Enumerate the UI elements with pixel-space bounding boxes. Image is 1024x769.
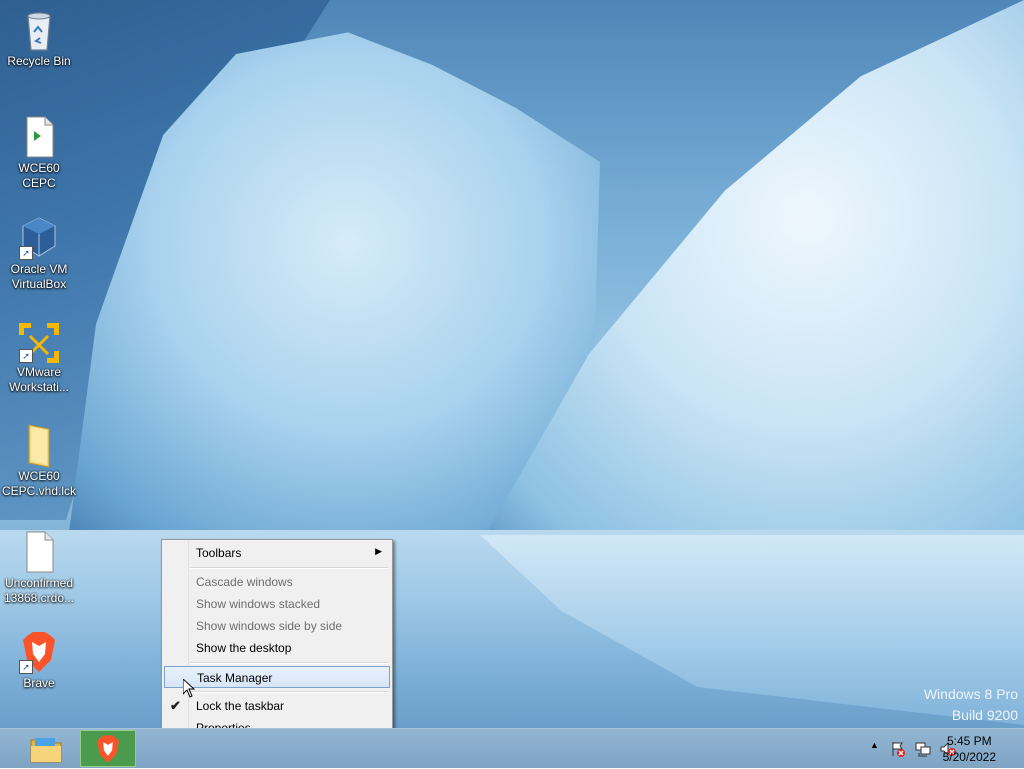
watermark-edition: Windows 8 Pro [923, 686, 1018, 702]
desktop-icon-virtualbox[interactable]: ➚ Oracle VM VirtualBox [1, 216, 77, 292]
action-center-flag-icon[interactable] [890, 741, 906, 757]
menu-item-label: Show windows side by side [196, 619, 343, 633]
menu-item-label: Task Manager [197, 671, 273, 685]
desktop-icon-label: Oracle VM VirtualBox [10, 262, 68, 291]
shortcut-arrow-icon: ➚ [19, 660, 33, 674]
desktop-icon-recycle-bin[interactable]: Recycle Bin [1, 8, 77, 69]
folder-icon [19, 423, 59, 468]
shortcut-arrow-icon: ➚ [19, 246, 33, 260]
clock-time: 5:45 PM [946, 734, 992, 748]
brave-icon [97, 735, 119, 763]
menu-item-show-windows-side-by-side[interactable]: Show windows side by side [164, 615, 390, 637]
vmware-icon: ➚ [19, 319, 59, 363]
taskbar-brave-button[interactable] [80, 730, 136, 767]
desktop-icon-label: VMware Workstati... [9, 365, 69, 394]
menu-item-toolbars[interactable]: Toolbars ▶ [164, 542, 390, 564]
desktop-icon-label: WCE60 CEPC [18, 161, 60, 190]
desktop-icon-label: WCE60 CEPC.vhd.lck [1, 469, 77, 498]
windows-watermark: Windows 8 Pro Build 9200 [924, 684, 1018, 726]
shortcut-arrow-icon: ➚ [19, 349, 33, 363]
blank-file-icon [19, 530, 59, 574]
system-tray: ▲ 5:45 PM 5/20/2022 [824, 729, 1024, 769]
desktop-icon-label: Unconfirmed 13868.crdo... [3, 576, 75, 605]
desktop-background[interactable]: Recycle Bin WCE60 CEPC ➚ Oracle VM Virtu… [0, 0, 1024, 728]
brave-icon: ➚ [19, 630, 59, 674]
menu-separator [190, 567, 388, 569]
mouse-cursor-icon [183, 679, 195, 698]
clock-date: 5/20/2022 [942, 750, 996, 764]
virtualbox-icon: ➚ [19, 216, 59, 260]
menu-item-show-windows-stacked[interactable]: Show windows stacked [164, 593, 390, 615]
desktop-icon-wce60-vhd-lck[interactable]: WCE60 CEPC.vhd.lck [1, 423, 77, 499]
file-icon [19, 115, 59, 159]
menu-item-lock-the-taskbar[interactable]: ✔ Lock the taskbar [164, 695, 390, 717]
desktop-icon-label: Brave [23, 676, 55, 690]
desktop-icon-wce60-cepc[interactable]: WCE60 CEPC [1, 115, 77, 191]
desktop-icon-label: Recycle Bin [7, 54, 71, 68]
menu-item-label: Show the desktop [196, 641, 292, 655]
menu-item-show-the-desktop[interactable]: Show the desktop [164, 637, 390, 659]
taskbar-clock[interactable]: 5:45 PM 5/20/2022 [943, 733, 996, 765]
taskbar-context-menu: Toolbars ▶ Cascade windows Show windows … [161, 539, 393, 742]
desktop-icon-vmware[interactable]: ➚ VMware Workstati... [1, 319, 77, 395]
menu-item-cascade-windows[interactable]: Cascade windows [164, 571, 390, 593]
menu-separator [190, 662, 388, 664]
menu-item-label: Lock the taskbar [196, 699, 285, 713]
folder-icon [30, 738, 62, 763]
taskbar[interactable]: ▲ 5:45 PM 5/20/2022 [0, 728, 1024, 768]
watermark-build: Build 9200 [951, 707, 1018, 723]
network-icon[interactable] [915, 741, 931, 757]
desktop-icon-brave[interactable]: ➚ Brave [1, 630, 77, 691]
checkmark-icon: ✔ [170, 698, 181, 713]
show-hidden-icons-arrow[interactable]: ▲ [870, 740, 886, 756]
menu-separator [190, 691, 388, 693]
menu-item-label: Cascade windows [196, 575, 293, 589]
menu-item-label: Toolbars [196, 546, 242, 560]
recycle-bin-icon [19, 8, 59, 52]
menu-item-task-manager[interactable]: Task Manager [164, 666, 390, 688]
menu-item-label: Show windows stacked [196, 597, 321, 611]
submenu-arrow-icon: ▶ [375, 546, 382, 556]
taskbar-file-explorer-button[interactable] [18, 730, 74, 767]
desktop-icon-unconfirmed-download[interactable]: Unconfirmed 13868.crdo... [1, 530, 77, 606]
